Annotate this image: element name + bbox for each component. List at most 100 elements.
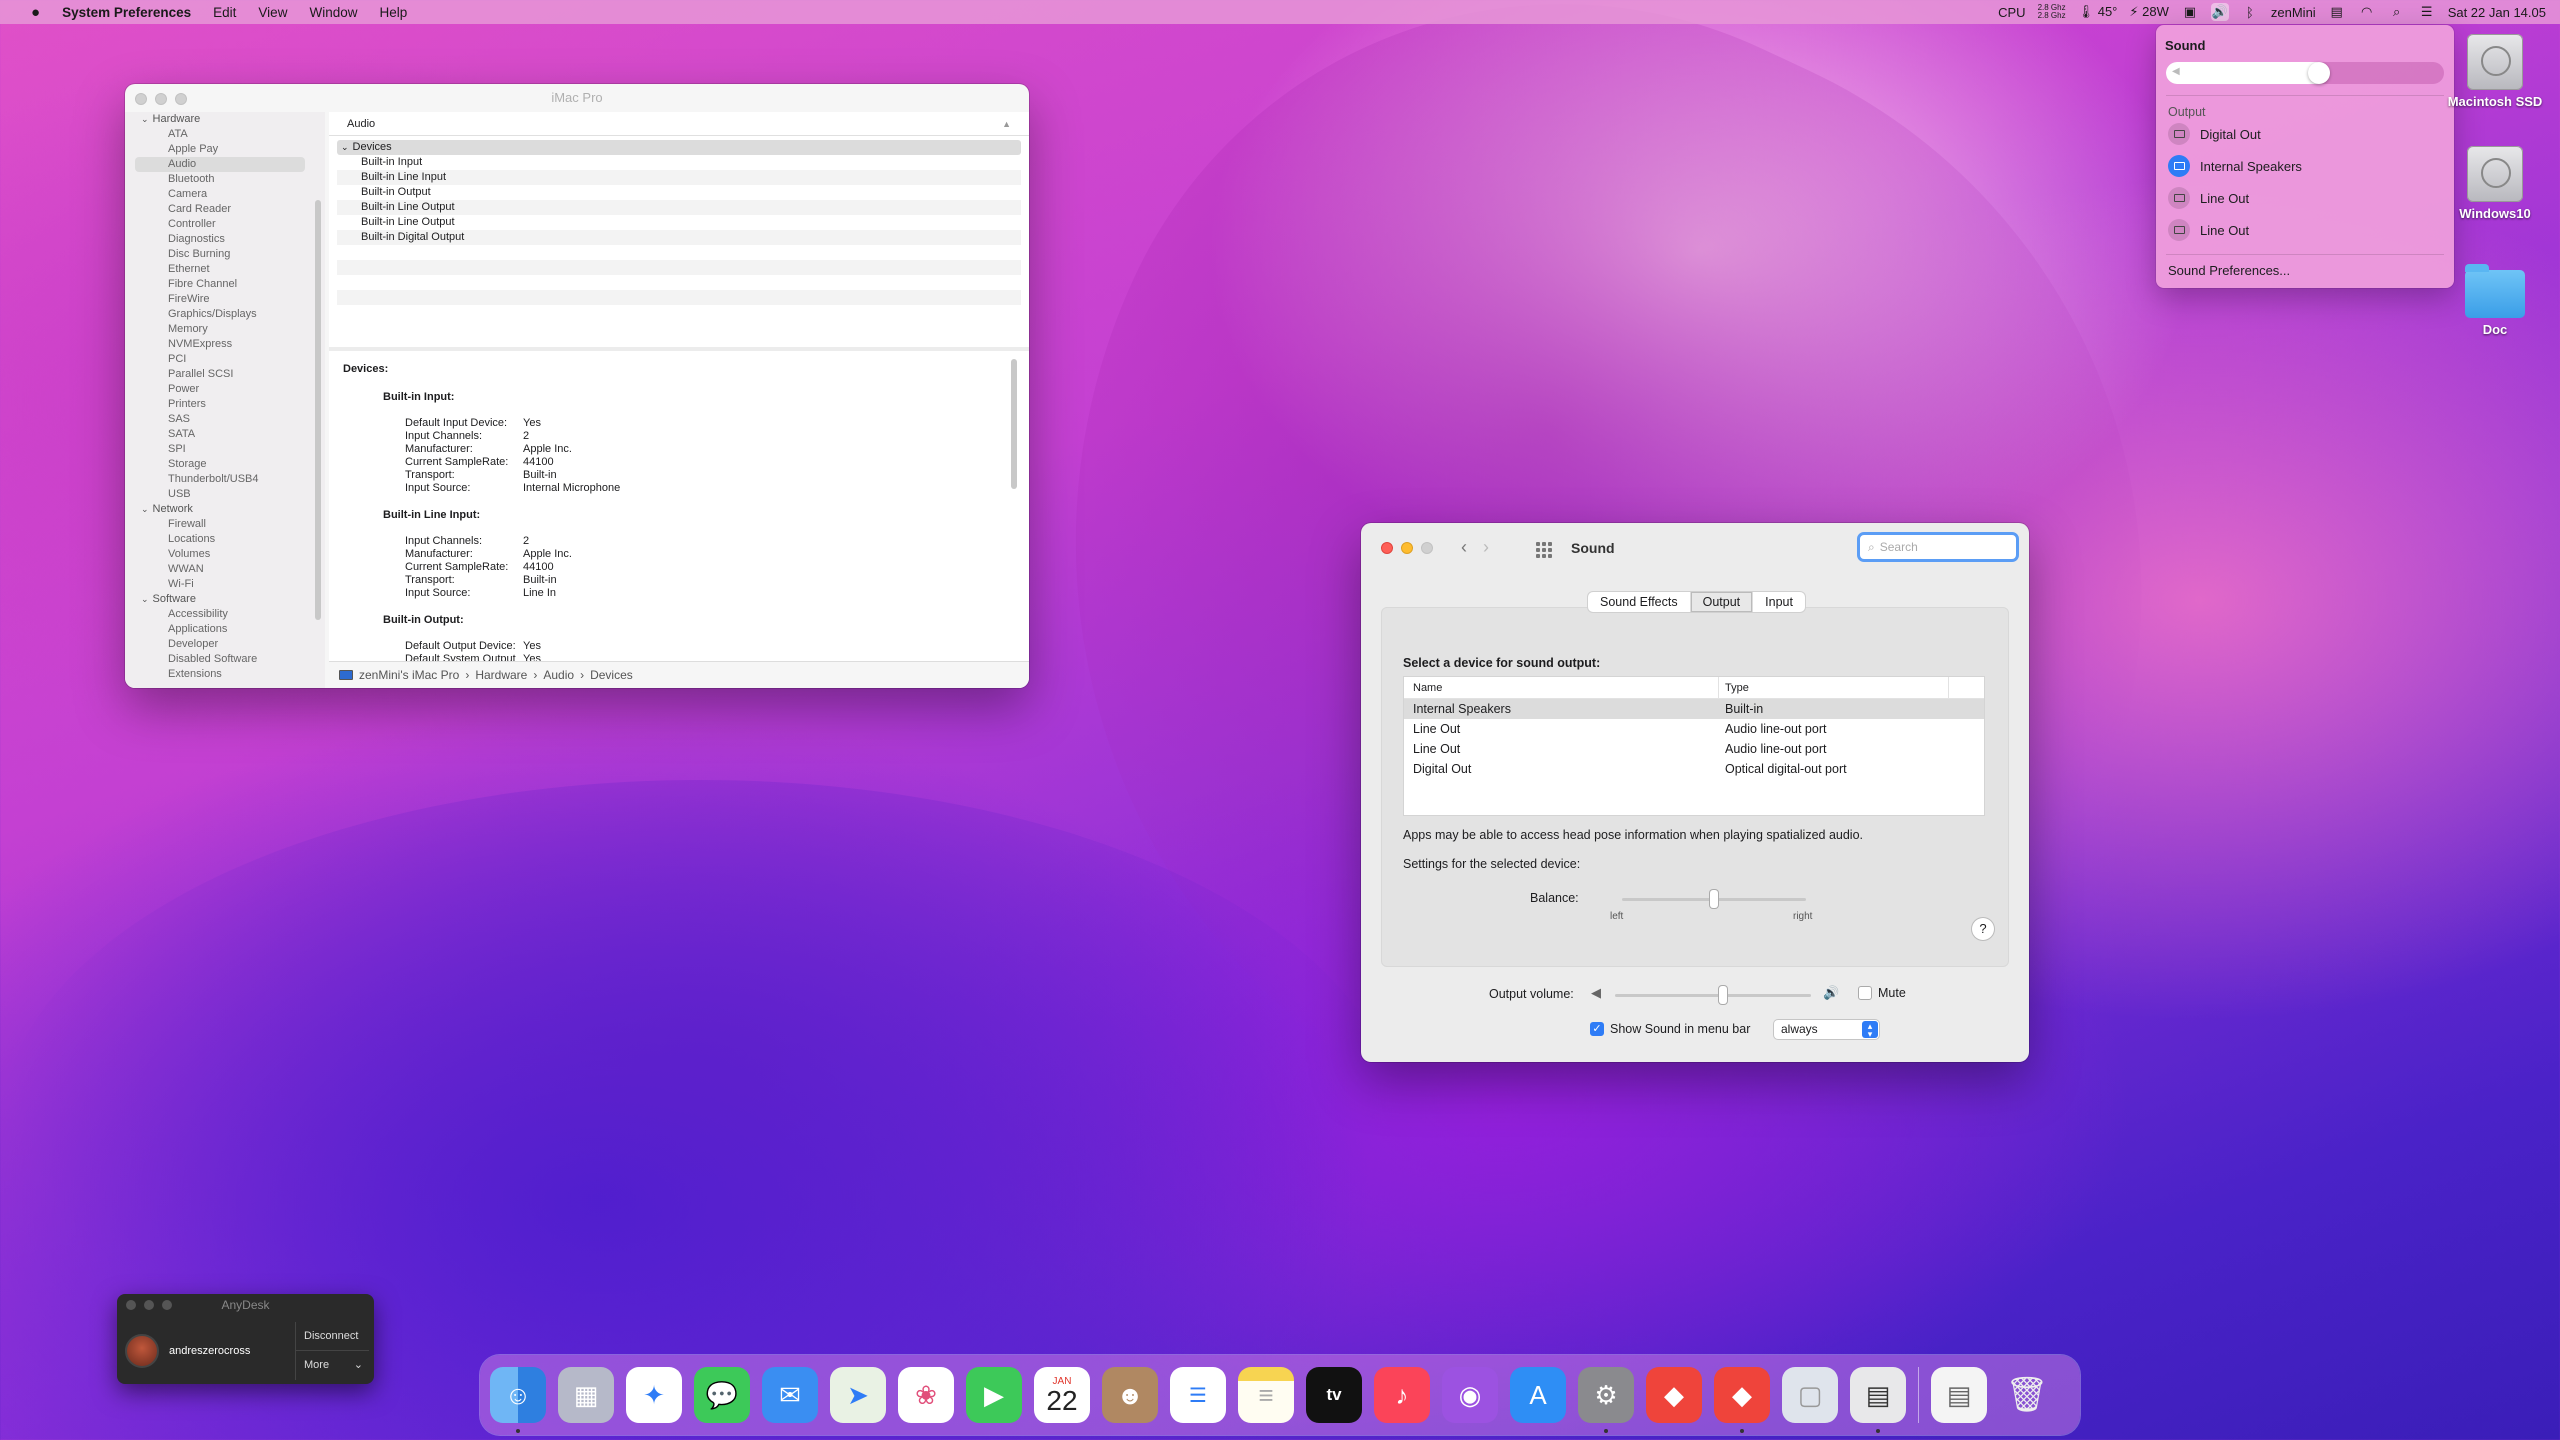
- system-information-icon[interactable]: ▤: [1850, 1367, 1906, 1433]
- document-icon[interactable]: ▤: [1931, 1367, 1987, 1423]
- sidebar-item-controller[interactable]: Controller: [125, 217, 325, 232]
- sidebar-item-sas[interactable]: SAS: [125, 412, 325, 427]
- sidebar-item-bluetooth[interactable]: Bluetooth: [125, 172, 325, 187]
- path-hardware[interactable]: Hardware: [475, 668, 527, 682]
- sidebar-item-power[interactable]: Power: [125, 382, 325, 397]
- reminders-icon[interactable]: ☰: [1170, 1367, 1226, 1423]
- control-center-icon[interactable]: ☰: [2418, 3, 2436, 21]
- menu-help[interactable]: Help: [368, 5, 418, 20]
- tab-output[interactable]: Output: [1690, 592, 1754, 612]
- sidebar-scrollbar[interactable]: [315, 200, 321, 620]
- minimize-button[interactable]: [155, 93, 167, 105]
- sidebar-item-volumes[interactable]: Volumes: [125, 547, 325, 562]
- sidebar-item-card-reader[interactable]: Card Reader: [125, 202, 325, 217]
- balance-slider-knob[interactable]: [1710, 890, 1718, 908]
- sidebar-item-extensions[interactable]: Extensions: [125, 667, 325, 682]
- sidebar-group-network[interactable]: Network: [125, 502, 325, 517]
- sidebar-item-ata[interactable]: ATA: [125, 127, 325, 142]
- sidebar-item-applications[interactable]: Applications: [125, 622, 325, 637]
- menu-view[interactable]: View: [247, 5, 298, 20]
- tree-item[interactable]: Built-in Line Input: [337, 170, 1021, 185]
- output-volume-track[interactable]: [1615, 994, 1811, 997]
- sidebar-item-ethernet[interactable]: Ethernet: [125, 262, 325, 277]
- tree-item[interactable]: Built-in Line Output: [337, 200, 1021, 215]
- tree-item[interactable]: Built-in Input: [337, 155, 1021, 170]
- column-type[interactable]: Type: [1719, 677, 1949, 698]
- search-icon[interactable]: ⌕: [2388, 3, 2406, 21]
- sidebar-item-pci[interactable]: PCI: [125, 352, 325, 367]
- sidebar-item-thunderbolt-usb4[interactable]: Thunderbolt/USB4: [125, 472, 325, 487]
- path-devices[interactable]: Devices: [590, 668, 633, 682]
- volume-slider-knob[interactable]: [2307, 62, 2330, 84]
- preview-icon[interactable]: ▢: [1782, 1367, 1838, 1423]
- sidebar-item-parallel-scsi[interactable]: Parallel SCSI: [125, 367, 325, 382]
- sidebar-item-diagnostics[interactable]: Diagnostics: [125, 232, 325, 247]
- sidebar-item-fibre-channel[interactable]: Fibre Channel: [125, 277, 325, 292]
- app-store-icon[interactable]: A: [1510, 1367, 1566, 1423]
- mute-checkbox[interactable]: Mute: [1858, 986, 1906, 1000]
- facetime-icon[interactable]: ▶: [966, 1367, 1022, 1423]
- column-name[interactable]: Name: [1404, 677, 1719, 698]
- sidebar-item-firewall[interactable]: Firewall: [125, 517, 325, 532]
- trash-icon[interactable]: 🗑: [1999, 1367, 2055, 1423]
- help-button[interactable]: ?: [1972, 918, 1994, 940]
- sidebar-item-nvmexpress[interactable]: NVMExpress: [125, 337, 325, 352]
- tab-input[interactable]: Input: [1753, 592, 1805, 612]
- anydesk-session-icon[interactable]: ◆: [1714, 1367, 1770, 1433]
- sidebar-item-sata[interactable]: SATA: [125, 427, 325, 442]
- cpu-label[interactable]: CPU: [1998, 5, 2025, 20]
- sidebar-item-graphics-displays[interactable]: Graphics/Displays: [125, 307, 325, 322]
- output-volume-knob[interactable]: [1718, 986, 1727, 1004]
- apple-icon[interactable]: ●: [20, 4, 51, 21]
- notes-icon[interactable]: ≡: [1238, 1367, 1294, 1423]
- display-icon[interactable]: ▣: [2181, 3, 2199, 21]
- sidebar-item-memory[interactable]: Memory: [125, 322, 325, 337]
- photos-icon[interactable]: ❀: [898, 1367, 954, 1423]
- minimize-button[interactable]: [144, 1300, 154, 1310]
- menubar-mode-select[interactable]: always ▴ ▾: [1774, 1020, 1879, 1039]
- minimize-button[interactable]: [1401, 542, 1413, 554]
- volume-slider[interactable]: ◀: [2166, 62, 2444, 84]
- desktop-icon-macintosh-ssd[interactable]: Macintosh SSD: [2440, 34, 2550, 109]
- output-device-item[interactable]: Internal Speakers: [2168, 155, 2302, 177]
- sidebar-item-printers[interactable]: Printers: [125, 397, 325, 412]
- close-button[interactable]: [1381, 542, 1393, 554]
- output-device-item[interactable]: Line Out: [2168, 219, 2249, 241]
- zoom-button[interactable]: [175, 93, 187, 105]
- sidebar-item-firewire[interactable]: FireWire: [125, 292, 325, 307]
- zoom-button[interactable]: [162, 1300, 172, 1310]
- back-icon[interactable]: ‹: [1461, 537, 1467, 558]
- sidebar-group-hardware[interactable]: Hardware: [125, 112, 325, 127]
- sidebar-item-wwan[interactable]: WWAN: [125, 562, 325, 577]
- system-preferences-icon[interactable]: ⚙: [1578, 1367, 1634, 1433]
- sidebar-item-wi-fi[interactable]: Wi-Fi: [125, 577, 325, 592]
- tab-sound-effects[interactable]: Sound Effects: [1588, 592, 1691, 612]
- mute-checkbox-box[interactable]: [1858, 986, 1872, 1000]
- sidebar-item-camera[interactable]: Camera: [125, 187, 325, 202]
- tree-item[interactable]: Built-in Output: [337, 185, 1021, 200]
- safari-icon[interactable]: ✦: [626, 1367, 682, 1423]
- maps-icon[interactable]: ➤: [830, 1367, 886, 1423]
- contacts-icon[interactable]: ☻: [1102, 1367, 1158, 1423]
- show-in-menubar-checkbox[interactable]: ✓ Show Sound in menu bar: [1590, 1022, 1750, 1036]
- sidebar-item-storage[interactable]: Storage: [125, 457, 325, 472]
- messages-icon[interactable]: 💬: [694, 1367, 750, 1423]
- launchpad-icon[interactable]: ▦: [558, 1367, 614, 1423]
- path-computer[interactable]: zenMini's iMac Pro: [359, 668, 459, 682]
- sidebar-item-apple-pay[interactable]: Apple Pay: [125, 142, 325, 157]
- sidebar-item-audio[interactable]: Audio: [135, 157, 305, 172]
- bluetooth-icon[interactable]: ᛒ: [2241, 3, 2259, 21]
- tree-item[interactable]: Built-in Digital Output: [337, 230, 1021, 245]
- temperature[interactable]: 🌡 45°: [2078, 4, 2118, 20]
- flag-icon[interactable]: ▤: [2328, 3, 2346, 21]
- output-device-item[interactable]: Line Out: [2168, 187, 2249, 209]
- desktop-icon-doc[interactable]: Doc: [2440, 262, 2550, 337]
- menu-user[interactable]: zenMini: [2271, 5, 2316, 20]
- finder-icon[interactable]: ☺: [490, 1367, 546, 1433]
- more-button[interactable]: More ⌄: [296, 1351, 369, 1380]
- sidebar-item-usb[interactable]: USB: [125, 487, 325, 502]
- column-header[interactable]: Audio ▲: [329, 112, 1029, 136]
- sound-preferences-item[interactable]: Sound Preferences...: [2168, 263, 2290, 278]
- close-button[interactable]: [135, 93, 147, 105]
- table-row[interactable]: Internal Speakers Built-in: [1404, 699, 1984, 719]
